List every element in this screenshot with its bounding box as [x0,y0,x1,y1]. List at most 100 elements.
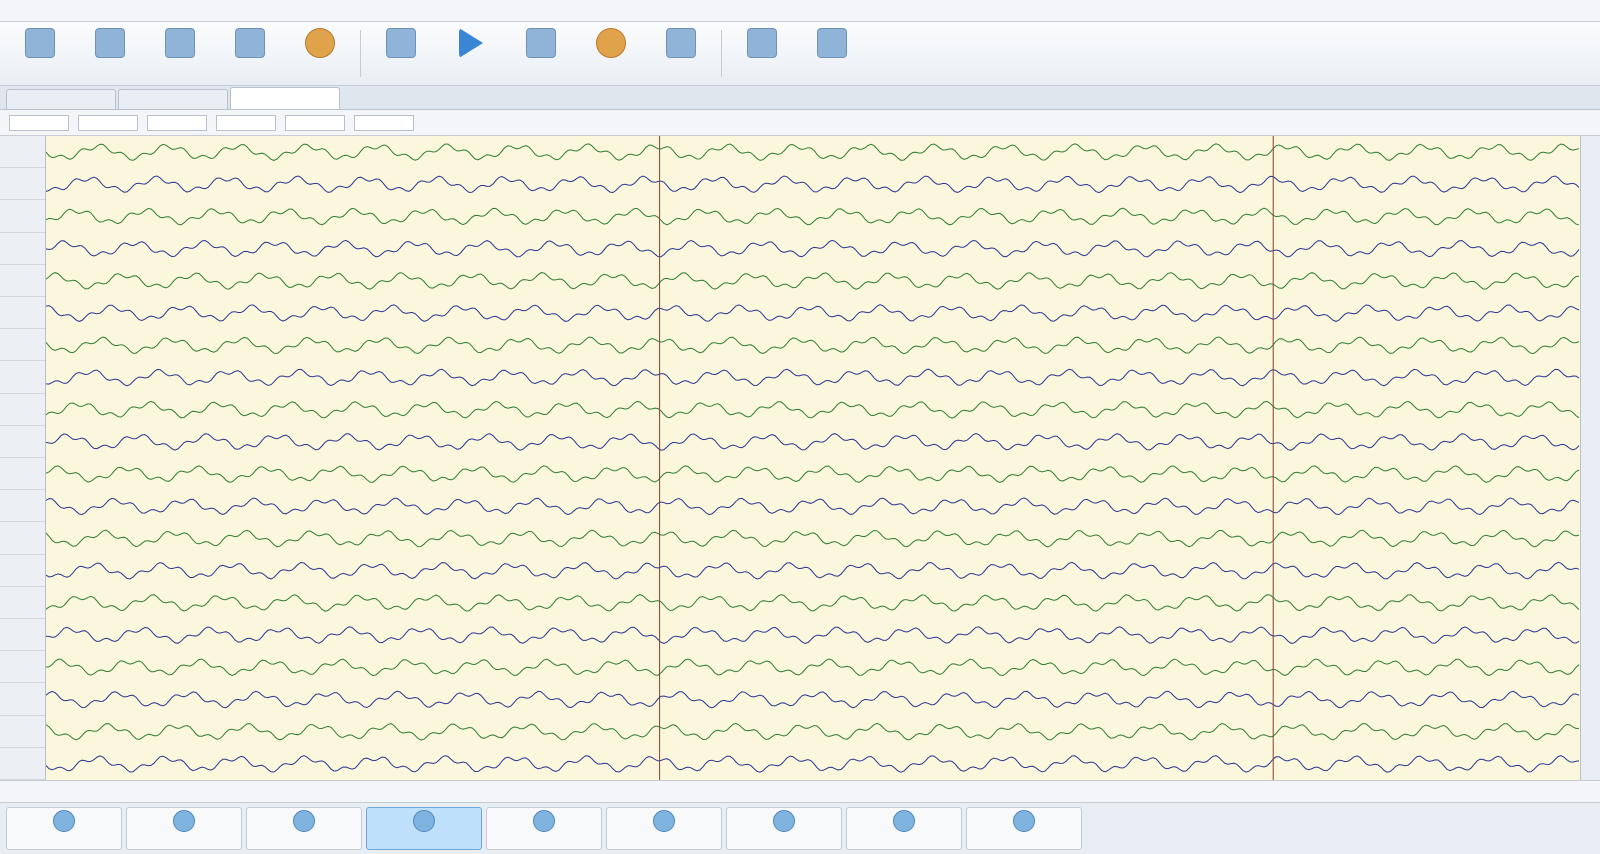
param-value[interactable] [216,114,276,131]
play-icon [459,28,483,58]
tool-button-1[interactable] [6,26,74,81]
function-button-6[interactable] [606,807,722,850]
param-value[interactable] [285,114,345,131]
waveform-panel[interactable] [46,136,1580,780]
channel-label [0,683,45,716]
status-item-2 [80,785,140,799]
tool-button-2[interactable] [76,26,144,81]
channel-label [0,361,45,394]
channel-label [0,200,45,233]
menu-item-7[interactable] [280,3,324,19]
function-button-9[interactable] [966,807,1082,850]
function-button-7[interactable] [726,807,842,850]
status-bar [0,780,1600,802]
menu-item-4[interactable] [142,3,186,19]
param-value[interactable] [78,114,138,131]
channel-label [0,587,45,620]
tool-button-12[interactable] [798,26,866,81]
channel-label [0,168,45,201]
param-value[interactable] [354,114,414,131]
face-icon [173,810,195,832]
face-icon [413,810,435,832]
close-icon [235,28,265,58]
function-button-5[interactable] [486,807,602,850]
param-3[interactable] [144,114,207,131]
channel-trace [46,690,1580,709]
folder-icon [95,28,125,58]
menu-item-6[interactable] [234,3,278,19]
param-value[interactable] [147,114,207,131]
menu-item-5[interactable] [188,3,232,19]
channel-trace [46,272,1580,290]
record-icon [1013,810,1035,832]
channel-label [0,136,45,169]
face-icon [293,810,315,832]
channel-trace [46,465,1580,484]
channel-trace [46,239,1580,258]
channel-trace [46,561,1580,580]
channel-label [0,716,45,748]
face-icon [653,810,675,832]
tab-2[interactable] [118,89,228,109]
status-item-5 [296,785,356,799]
param-1[interactable] [6,114,69,131]
save-icon [165,28,195,58]
recording-area [0,136,1600,781]
menu-item-2[interactable] [50,3,94,19]
tool-button-7[interactable] [437,26,505,81]
forward-icon [893,810,915,832]
parameter-bar [0,110,1600,136]
channel-trace [46,497,1580,516]
channel-trace [46,368,1580,387]
tool-button-10[interactable] [647,26,715,81]
function-button-4[interactable] [366,807,482,850]
param-5[interactable] [282,114,345,131]
param-6[interactable] [351,114,414,131]
function-button-1[interactable] [6,807,122,850]
bars-icon [666,28,696,58]
channel-trace [46,594,1580,612]
status-item-1 [8,785,68,799]
channel-label [0,265,45,298]
status-item-3 [152,785,212,799]
param-4[interactable] [213,114,276,131]
tool-button-9[interactable] [577,26,645,81]
face-icon [533,810,555,832]
menu-item-3[interactable] [96,3,140,19]
toolbar [0,22,1600,86]
tool-button-3[interactable] [146,26,214,81]
channel-label [0,329,45,362]
face-icon [53,810,75,832]
tool-button-5[interactable] [286,26,354,81]
param-value[interactable] [9,114,69,131]
function-button-8[interactable] [846,807,962,850]
face-icon [773,810,795,832]
function-button-2[interactable] [126,807,242,850]
channel-trace [46,529,1580,548]
tab-1[interactable] [6,89,116,109]
channel-trace [46,432,1580,451]
menu-item-9[interactable] [372,3,416,19]
document-icon [25,28,55,58]
stop-icon [526,28,556,58]
tab-3[interactable] [230,87,340,109]
menubar [0,0,1600,22]
wave-icon [747,28,777,58]
channel-label [0,748,45,781]
channel-label [0,458,45,491]
channel-trace [46,626,1580,644]
param-2[interactable] [75,114,138,131]
tool-button-6[interactable] [367,26,435,81]
channel-trace [46,755,1580,773]
menu-item-1[interactable] [4,3,48,19]
tool-button-11[interactable] [728,26,796,81]
channel-trace [46,143,1580,161]
channel-label [0,233,45,265]
function-button-3[interactable] [246,807,362,850]
channel-trace [46,336,1580,355]
side-panel-tab[interactable] [1580,136,1600,780]
flash-icon [596,28,626,58]
tool-button-8[interactable] [507,26,575,81]
tool-button-4[interactable] [216,26,284,81]
menu-item-8[interactable] [326,3,370,19]
